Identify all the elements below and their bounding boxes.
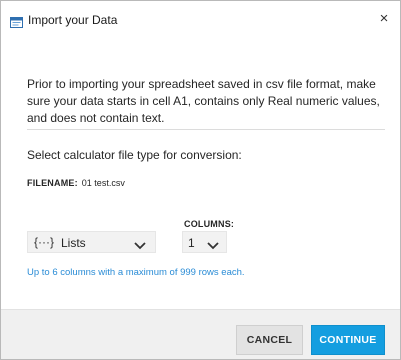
- file-type-value: Lists: [61, 236, 86, 250]
- divider: [27, 129, 385, 130]
- continue-button[interactable]: CONTINUE: [311, 325, 385, 355]
- chevron-down-icon[interactable]: [206, 238, 220, 250]
- window-title: Import your Data: [28, 13, 118, 27]
- intro-text: Prior to importing your spreadsheet save…: [27, 77, 380, 125]
- import-dialog: Import your Data × Prior to importing yo…: [0, 0, 401, 360]
- columns-value: 1: [188, 236, 195, 250]
- columns-hint: Up to 6 columns with a maximum of 999 ro…: [27, 267, 245, 278]
- cancel-button[interactable]: CANCEL: [236, 325, 303, 355]
- filename-row: FILENAME: 01 test.csv: [27, 178, 125, 188]
- app-window-icon: [10, 15, 23, 28]
- dialog-footer: CANCEL CONTINUE: [1, 309, 400, 359]
- file-type-label: Select calculator file type for conversi…: [27, 148, 242, 162]
- close-button[interactable]: ×: [368, 3, 400, 35]
- columns-label: COLUMNS:: [184, 219, 235, 229]
- title-bar: Import your Data ×: [1, 1, 400, 37]
- braces-list-icon: {···}: [34, 235, 55, 249]
- file-type-dropdown[interactable]: {···} Lists: [27, 231, 156, 253]
- filename-value: 01 test.csv: [81, 178, 125, 188]
- chevron-down-icon[interactable]: [133, 238, 147, 250]
- close-icon[interactable]: ×: [380, 10, 389, 27]
- columns-dropdown[interactable]: 1: [182, 231, 227, 253]
- filename-key: FILENAME:: [27, 178, 78, 188]
